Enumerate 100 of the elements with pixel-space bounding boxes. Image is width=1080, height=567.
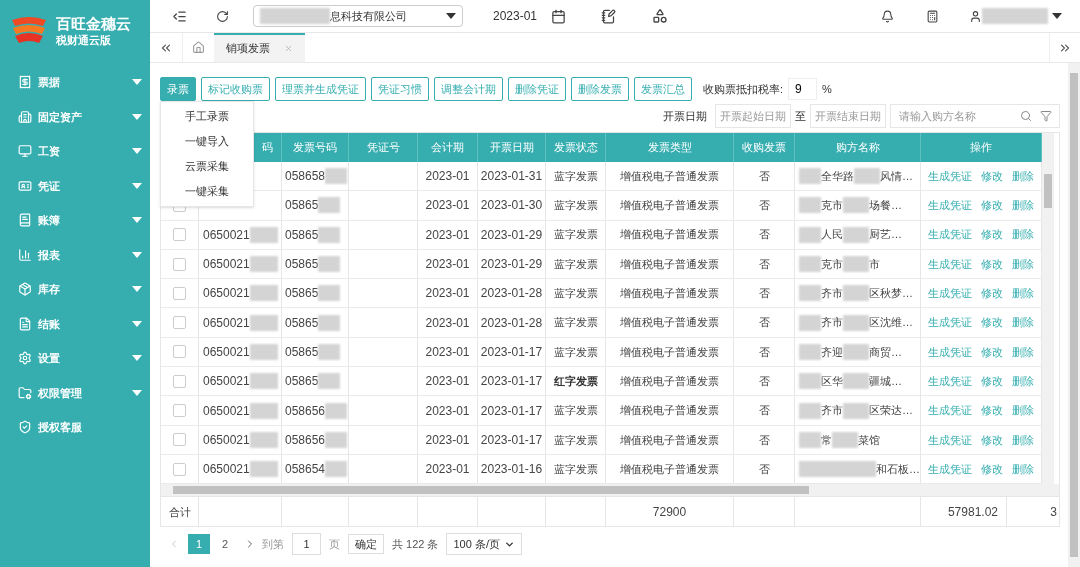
sidebar-item[interactable]: 授权客服: [0, 410, 150, 445]
toolbar-button[interactable]: 标记收购票: [201, 77, 270, 101]
table-cell: 2023-01-17: [478, 337, 546, 367]
notebook-icon[interactable]: [601, 8, 617, 24]
vertical-scrollbar[interactable]: [1042, 133, 1054, 485]
action-link[interactable]: 修改: [981, 402, 1003, 419]
dropdown-item[interactable]: 一键采集: [161, 179, 253, 204]
close-icon[interactable]: [284, 44, 293, 53]
action-link[interactable]: 生成凭证: [928, 167, 972, 185]
toolbar-button[interactable]: 删除凭证: [508, 77, 566, 101]
sidebar-item[interactable]: 设置: [0, 341, 150, 376]
sidebar-item[interactable]: 报表: [0, 237, 150, 272]
row-checkbox[interactable]: [173, 228, 186, 242]
action-link[interactable]: 删除: [1012, 460, 1034, 478]
table-cell: 齐市 区秋梦…: [795, 279, 921, 308]
row-checkbox[interactable]: [173, 462, 186, 476]
apps-icon[interactable]: [652, 8, 669, 24]
action-link[interactable]: 删除: [1012, 226, 1034, 243]
sidebar-item[interactable]: 票据: [0, 65, 150, 100]
action-link[interactable]: 生成凭证: [928, 255, 972, 273]
confirm-button[interactable]: 确定: [348, 534, 384, 555]
toolbar-button[interactable]: 发票汇总: [634, 77, 692, 101]
action-link[interactable]: 删除: [1012, 285, 1034, 302]
action-link[interactable]: 删除: [1012, 372, 1034, 390]
caret-icon: [132, 320, 142, 327]
action-link[interactable]: 生成凭证: [928, 226, 972, 243]
action-link[interactable]: 删除: [1012, 255, 1034, 273]
row-checkbox[interactable]: [173, 257, 186, 271]
table-cell: 增值税电子普通发票: [606, 396, 734, 425]
row-checkbox[interactable]: [173, 374, 186, 388]
action-link[interactable]: 删除: [1012, 197, 1034, 214]
company-select[interactable]: 息科技有限公司: [253, 5, 463, 27]
sidebar-item[interactable]: 账簿: [0, 203, 150, 238]
sidebar-item[interactable]: 凭证: [0, 168, 150, 203]
action-link[interactable]: 修改: [981, 314, 1003, 331]
toolbar-button[interactable]: 理票并生成凭证: [275, 77, 366, 101]
row-checkbox[interactable]: [173, 316, 186, 330]
calendar-icon[interactable]: [551, 8, 567, 24]
refresh-icon[interactable]: [216, 9, 229, 23]
action-link[interactable]: 修改: [981, 285, 1003, 302]
toolbar-button[interactable]: 删除发票: [571, 77, 629, 101]
menu-icon[interactable]: [172, 8, 187, 24]
table-cell: 058658: [282, 162, 349, 191]
user-icon[interactable]: [969, 9, 982, 23]
sidebar-item[interactable]: 工资: [0, 134, 150, 169]
table-cell: 2023-01: [418, 249, 478, 279]
table-cell: 否: [734, 191, 795, 220]
page-tab[interactable]: 销项发票: [214, 33, 305, 62]
action-link[interactable]: 删除: [1012, 314, 1034, 331]
calculator-icon[interactable]: [926, 9, 939, 23]
search-icon[interactable]: [1020, 110, 1032, 122]
action-link[interactable]: 修改: [981, 167, 1003, 185]
action-link[interactable]: 删除: [1012, 431, 1034, 449]
horizontal-scrollbar[interactable]: [161, 484, 1059, 497]
toolbar-button[interactable]: 凭证习惯: [371, 77, 429, 101]
action-link[interactable]: 生成凭证: [928, 372, 972, 390]
table-cell: 否: [734, 162, 795, 191]
sidebar-item[interactable]: 库存: [0, 272, 150, 307]
table-cell: 0650021: [199, 396, 282, 425]
action-link[interactable]: 生成凭证: [928, 431, 972, 449]
end-date-field[interactable]: 开票结束日期: [810, 104, 886, 128]
page-button[interactable]: 2: [214, 534, 236, 555]
action-link[interactable]: 修改: [981, 460, 1003, 478]
sidebar-item[interactable]: 固定资产: [0, 99, 150, 134]
rate-field[interactable]: 9: [788, 78, 818, 100]
redacted-block: [799, 197, 821, 214]
toolbar-button[interactable]: 调整会计期: [434, 77, 503, 101]
action-link[interactable]: 生成凭证: [928, 285, 972, 302]
action-link[interactable]: 删除: [1012, 402, 1034, 419]
action-link[interactable]: 删除: [1012, 167, 1034, 185]
page-number-field[interactable]: 1: [292, 533, 321, 556]
buyer-search-field[interactable]: 请输入购方名称: [890, 104, 1060, 128]
row-checkbox[interactable]: [173, 433, 186, 447]
notification-icon[interactable]: [881, 9, 894, 23]
action-link[interactable]: 删除: [1012, 343, 1034, 361]
action-link[interactable]: 修改: [981, 372, 1003, 390]
page-scrollbar[interactable]: [1068, 63, 1080, 567]
sidebar-item[interactable]: 结账: [0, 306, 150, 341]
page-size-select[interactable]: 100 条/页: [446, 533, 522, 556]
action-link[interactable]: 修改: [981, 431, 1003, 449]
action-link[interactable]: 修改: [981, 197, 1003, 214]
action-link[interactable]: 修改: [981, 226, 1003, 243]
sidebar-item[interactable]: 权限管理: [0, 375, 150, 410]
row-checkbox[interactable]: [173, 404, 186, 417]
filter-icon[interactable]: [1040, 110, 1052, 122]
home-icon[interactable]: [192, 41, 205, 54]
action-link[interactable]: 生成凭证: [928, 460, 972, 478]
action-link[interactable]: 生成凭证: [928, 343, 972, 361]
start-date-field[interactable]: 开票起始日期: [715, 104, 791, 128]
action-link[interactable]: 生成凭证: [928, 197, 972, 214]
table-cell: 增值税电子普通发票: [606, 220, 734, 249]
toolbar-button[interactable]: 录票: [160, 77, 196, 101]
page-button[interactable]: 1: [188, 534, 210, 555]
dropdown-item[interactable]: 手工录票: [161, 104, 253, 129]
action-link[interactable]: 生成凭证: [928, 402, 972, 419]
action-link[interactable]: 修改: [981, 255, 1003, 273]
row-checkbox[interactable]: [173, 345, 186, 359]
action-link[interactable]: 生成凭证: [928, 314, 972, 331]
action-link[interactable]: 修改: [981, 343, 1003, 361]
row-checkbox[interactable]: [173, 286, 186, 300]
